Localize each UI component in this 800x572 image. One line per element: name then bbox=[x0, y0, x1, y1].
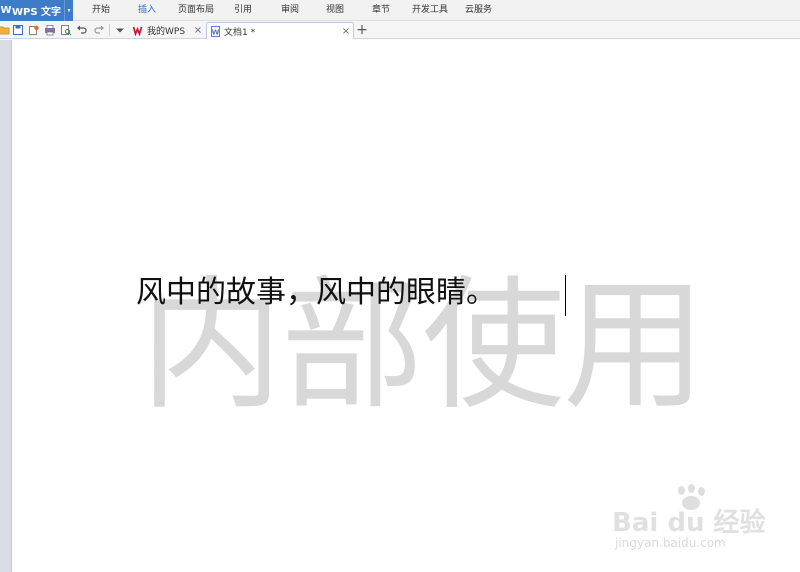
close-icon[interactable]: × bbox=[193, 22, 203, 39]
print-icon[interactable] bbox=[44, 24, 56, 36]
menu-bar: W WPS 文字 ▾ 开始 插入 页面布局 引用 审阅 视图 章节 开发工具 云… bbox=[0, 0, 800, 21]
app-menu-dropdown-icon[interactable]: ▾ bbox=[64, 0, 73, 21]
app-title: WPS 文字 bbox=[12, 7, 62, 18]
menu-item-cloud[interactable]: 云服务 bbox=[465, 0, 492, 21]
new-tab-button[interactable]: + bbox=[356, 21, 368, 39]
document-body-text[interactable]: 风中的故事，风中的眼睛。 bbox=[136, 273, 496, 313]
baidu-url-text: jingyan.baidu.com bbox=[615, 536, 726, 550]
menu-item-developer[interactable]: 开发工具 bbox=[412, 0, 448, 21]
vertical-ruler bbox=[0, 40, 12, 572]
menu-item-view[interactable]: 视图 bbox=[326, 0, 344, 21]
quick-access-toolbar: 我的WPS × W 文档1 * × bbox=[0, 21, 800, 39]
baidu-jingyan-watermark: Bai du 经验 jingyan.baidu.com bbox=[612, 484, 766, 556]
document-icon: W bbox=[210, 25, 221, 37]
menu-item-chapter[interactable]: 章节 bbox=[372, 0, 390, 21]
tab-label: 我的WPS bbox=[147, 27, 186, 37]
tab-document-1[interactable]: W 文档1 * × bbox=[206, 22, 354, 39]
dropdown-icon[interactable] bbox=[114, 24, 126, 36]
redo-icon[interactable] bbox=[93, 24, 105, 36]
wps-logo-icon bbox=[133, 25, 144, 36]
open-folder-icon[interactable] bbox=[0, 24, 10, 36]
close-icon[interactable]: × bbox=[341, 23, 351, 40]
text-cursor bbox=[565, 275, 566, 316]
undo-icon[interactable] bbox=[76, 24, 88, 36]
svg-text:W: W bbox=[212, 28, 220, 36]
save-icon[interactable] bbox=[12, 24, 24, 36]
wps-logo-icon: W bbox=[0, 5, 12, 16]
menu-item-references[interactable]: 引用 bbox=[234, 0, 252, 21]
document-watermark: 内部使用 bbox=[140, 262, 706, 429]
baidu-brand-text: Bai du 经验 bbox=[612, 508, 766, 538]
menu-item-insert[interactable]: 插入 bbox=[138, 0, 156, 21]
tab-my-wps[interactable]: 我的WPS × bbox=[130, 22, 206, 39]
tab-label: 文档1 * bbox=[224, 27, 256, 38]
print-preview-icon[interactable] bbox=[60, 24, 72, 36]
menu-item-page-layout[interactable]: 页面布局 bbox=[178, 0, 214, 21]
menu-item-home[interactable]: 开始 bbox=[92, 0, 110, 21]
save-as-icon[interactable] bbox=[28, 24, 40, 36]
menu-item-review[interactable]: 审阅 bbox=[281, 0, 299, 21]
wps-app-button[interactable]: W WPS 文字 ▾ bbox=[0, 0, 73, 21]
toolbar-separator bbox=[109, 24, 110, 36]
